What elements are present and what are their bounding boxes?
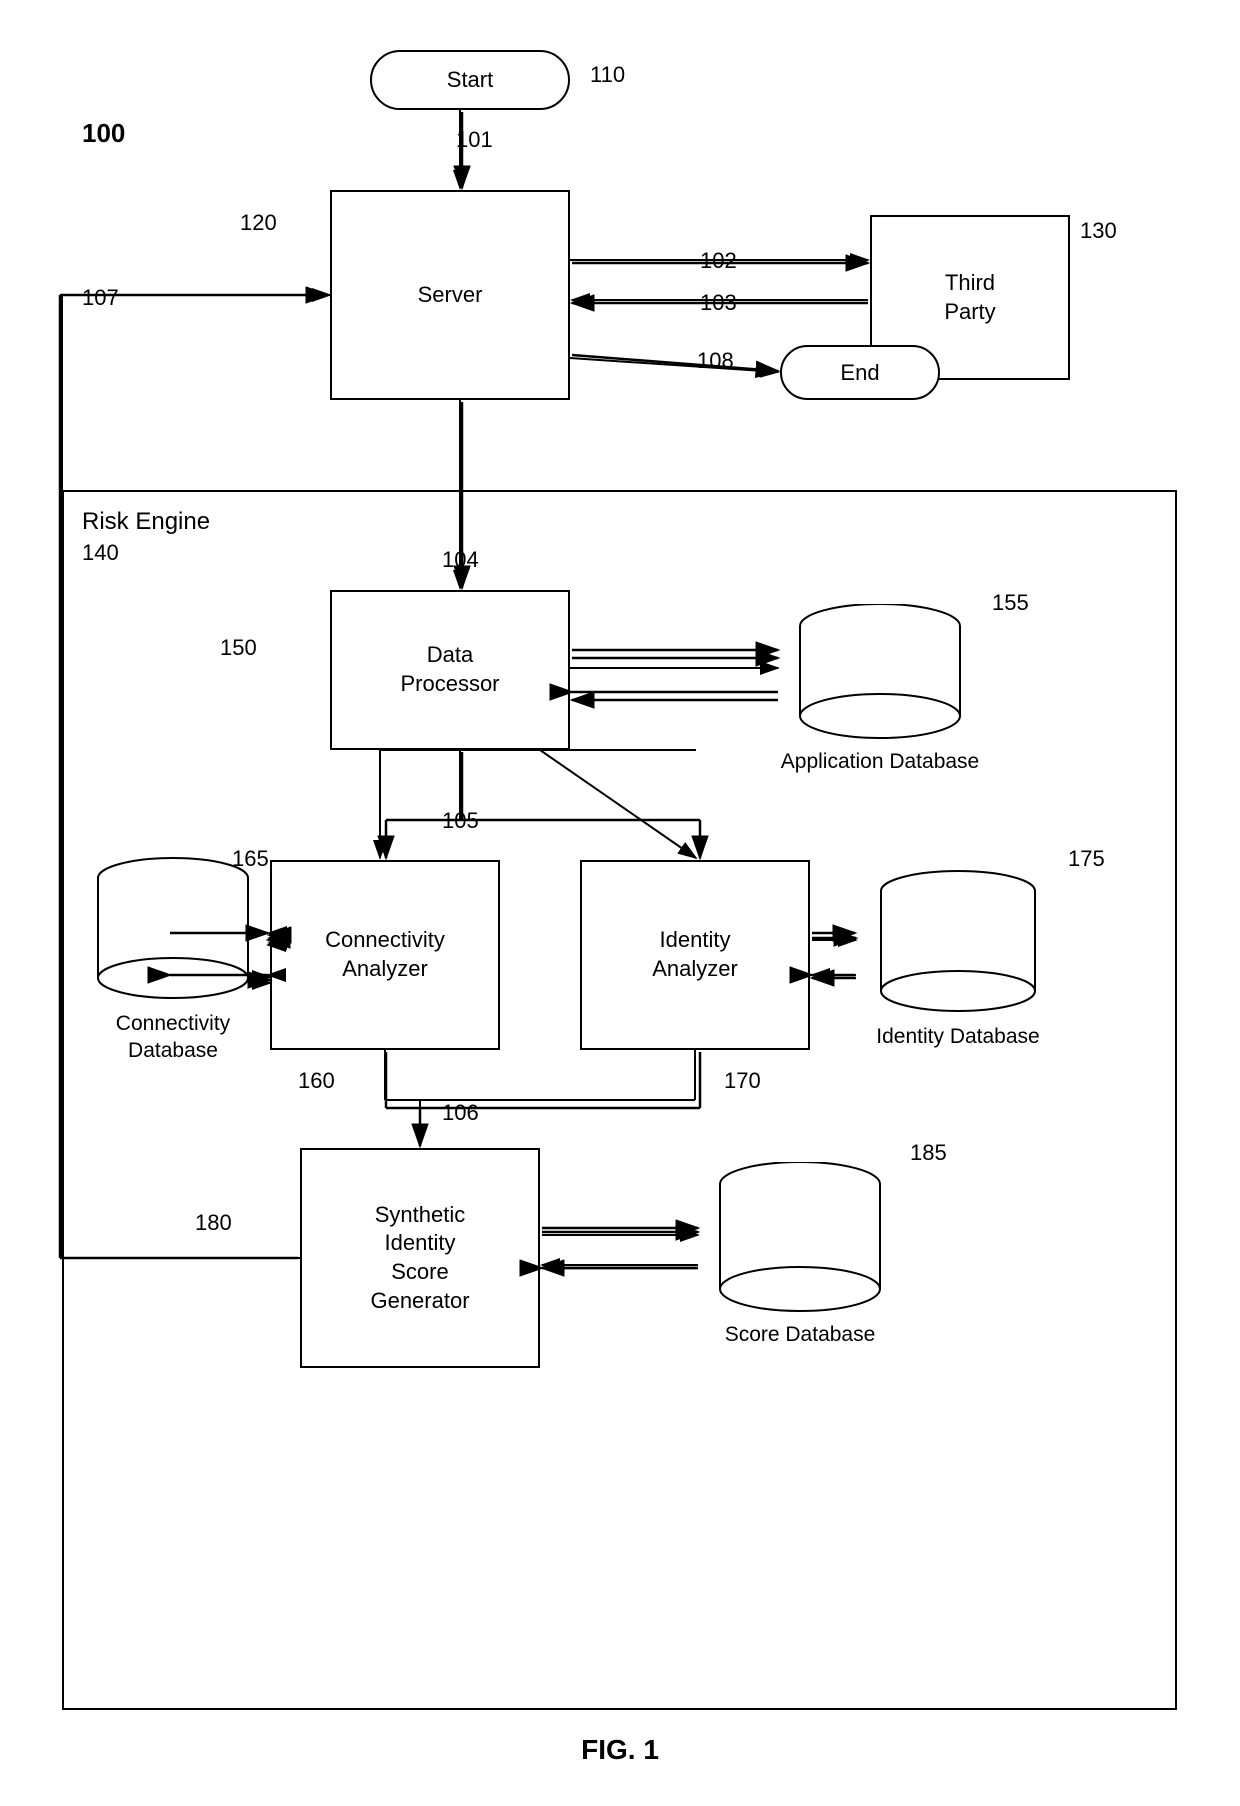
ref-120: 120 <box>240 210 277 236</box>
ref-175: 175 <box>1068 846 1105 872</box>
ref-170: 170 <box>724 1068 761 1094</box>
third-party-label: Third Party <box>944 269 995 326</box>
ref-110: 110 <box>590 62 625 88</box>
ref-106: 106 <box>442 1100 479 1126</box>
ref-150: 150 <box>220 635 257 661</box>
ref-180: 180 <box>195 1210 232 1236</box>
connectivity-db-icon <box>88 856 258 1006</box>
connectivity-db-label: Connectivity Database <box>78 1010 268 1065</box>
ref-165: 165 <box>232 846 269 872</box>
identity-db-container: Identity Database <box>858 840 1058 1080</box>
identity-analyzer-node: Identity Analyzer <box>580 860 810 1050</box>
connectivity-analyzer-label: Connectivity Analyzer <box>325 926 445 983</box>
application-db-label: Application Database <box>781 748 979 775</box>
ref-108: 108 <box>697 348 734 374</box>
ref-155: 155 <box>992 590 1029 616</box>
ref-105: 105 <box>442 808 479 834</box>
ref-140: 140 <box>82 540 119 566</box>
data-processor-node: Data Processor <box>330 590 570 750</box>
end-node: End <box>780 345 940 400</box>
ref-103: 103 <box>700 290 737 316</box>
ref-104: 104 <box>442 547 479 573</box>
ref-102: 102 <box>700 248 737 274</box>
ref-100: 100 <box>82 118 125 149</box>
synthetic-score-label: Synthetic Identity Score Generator <box>370 1201 469 1315</box>
application-db-icon <box>790 604 970 744</box>
ref-130: 130 <box>1080 218 1117 244</box>
connectivity-analyzer-node: Connectivity Analyzer <box>270 860 500 1050</box>
ref-107: 107 <box>82 285 119 311</box>
score-db-container: Score Database <box>700 1130 900 1380</box>
server-node: Server <box>330 190 570 400</box>
start-label: Start <box>447 67 493 93</box>
ref-185: 185 <box>910 1140 947 1166</box>
identity-db-icon <box>871 869 1046 1019</box>
risk-engine-label: Risk Engine <box>82 508 210 536</box>
score-db-icon <box>710 1162 890 1317</box>
risk-engine-box <box>62 490 1177 1710</box>
score-db-label: Score Database <box>725 1321 876 1348</box>
end-label: End <box>840 360 879 386</box>
server-label: Server <box>418 281 483 310</box>
data-processor-label: Data Processor <box>400 641 499 698</box>
diagram-container: 100 Start 110 101 Server 120 Third Party… <box>0 0 1240 1806</box>
start-node: Start <box>370 50 570 110</box>
application-db-container: Application Database <box>780 580 980 800</box>
identity-analyzer-label: Identity Analyzer <box>652 926 738 983</box>
figure-label: FIG. 1 <box>0 1734 1240 1766</box>
ref-101: 101 <box>456 127 493 153</box>
connectivity-db-container: Connectivity Database <box>78 840 268 1080</box>
ref-160: 160 <box>298 1068 335 1094</box>
identity-db-label: Identity Database <box>876 1023 1039 1050</box>
synthetic-score-node: Synthetic Identity Score Generator <box>300 1148 540 1368</box>
